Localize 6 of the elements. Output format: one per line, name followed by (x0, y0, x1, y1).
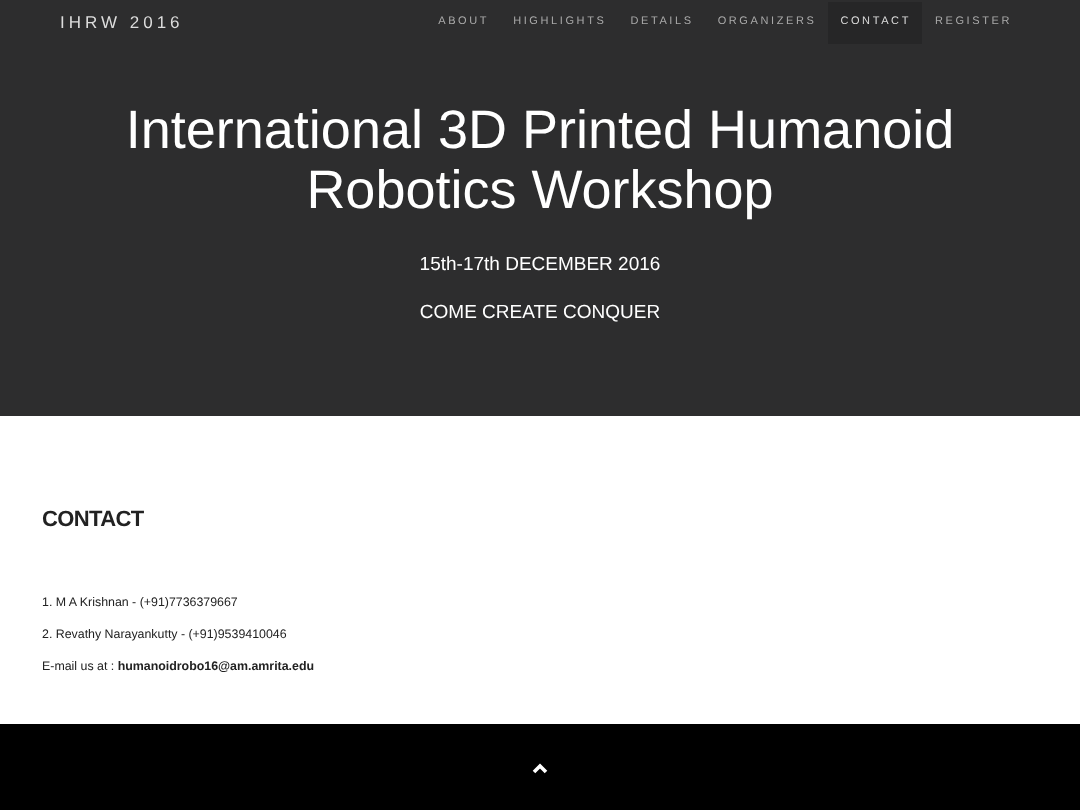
event-date: 15th-17th DECEMBER 2016 (419, 254, 661, 276)
section-heading: CONTACT (42, 508, 146, 532)
scroll-up-icon[interactable] (532, 761, 548, 773)
site-brand[interactable]: IHRW 2016 (60, 12, 184, 32)
tagline: COME CREATE CONQUER (419, 302, 661, 324)
hero-title: International 3D Printed Humanoid Robotics Workshop (123, 100, 957, 220)
